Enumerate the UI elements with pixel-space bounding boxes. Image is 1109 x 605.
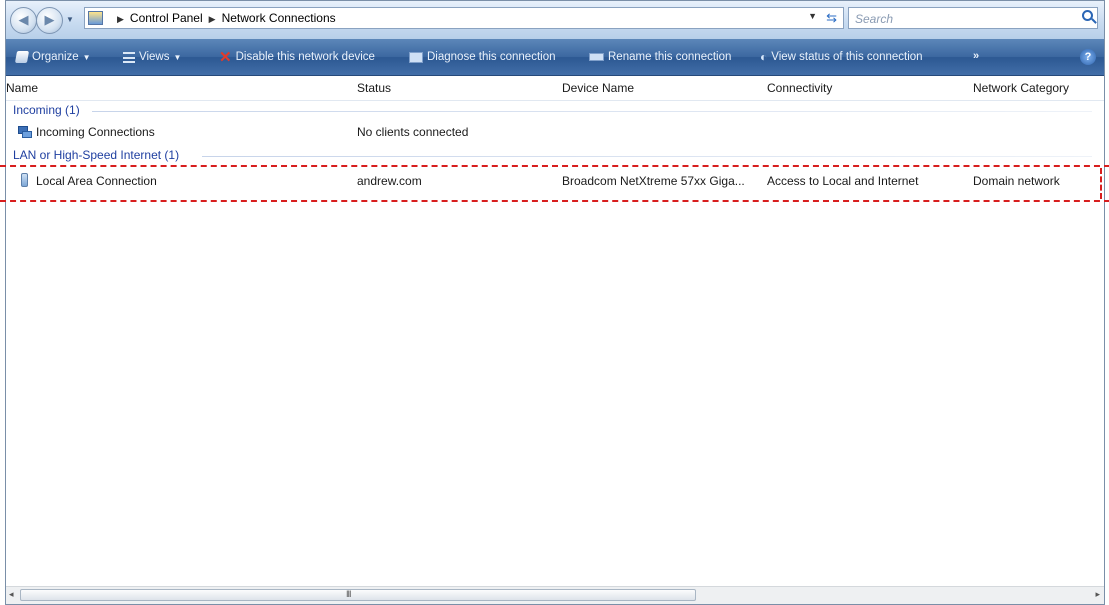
cell-name: Incoming Connections	[36, 125, 155, 139]
explorer-window: ◀ ▶ ▼ ▶ Control Panel ▶ Network Connections…	[5, 0, 1105, 605]
address-bar[interactable]: ▶ Control Panel ▶ Network Connections ▼ ⇆	[84, 7, 844, 29]
rename-button[interactable]: Rename this connection	[589, 49, 731, 65]
view-status-icon: ◐	[760, 50, 768, 64]
disable-label: Disable this network device	[235, 51, 375, 63]
highlight-annotation-left-edge	[0, 168, 5, 199]
organize-label: Organize	[32, 51, 79, 63]
view-status-button[interactable]: ◐ View status of this connection	[760, 49, 923, 65]
rename-icon	[589, 53, 604, 61]
more-commands-button[interactable]: »	[973, 50, 979, 62]
command-bar: Organize ▼ Views ▼ ✕ Disable this network …	[6, 39, 1104, 76]
diagnose-button[interactable]: Diagnose this connection	[409, 49, 556, 65]
views-button[interactable]: Views ▼	[123, 49, 181, 65]
search-input[interactable]	[853, 10, 1067, 28]
organize-icon	[14, 51, 30, 63]
breadcrumb-separator-icon[interactable]: ▶	[209, 14, 216, 24]
disable-device-button[interactable]: ✕ Disable this network device	[219, 49, 375, 66]
views-label: Views	[139, 51, 170, 63]
highlight-annotation	[0, 165, 1109, 202]
back-button[interactable]: ◀	[10, 7, 37, 34]
group-divider	[92, 111, 1092, 112]
cell-status: No clients connected	[357, 125, 469, 139]
breadcrumb-network-connections[interactable]: Network Connections	[222, 11, 336, 25]
list-item-incoming-connections[interactable]: Incoming Connections No clients connecte…	[6, 122, 1104, 142]
scroll-left-icon[interactable]: ◂	[9, 589, 14, 600]
group-divider	[202, 156, 1092, 157]
highlight-annotation-right-edge	[1094, 168, 1102, 199]
chevron-down-icon: ▼	[173, 52, 182, 62]
back-arrow-icon: ◀	[18, 12, 29, 27]
search-box[interactable]	[848, 7, 1098, 29]
forward-button[interactable]: ▶	[36, 7, 63, 34]
incoming-connections-icon	[18, 126, 32, 138]
help-icon[interactable]: ?	[1080, 49, 1096, 65]
column-header-connectivity[interactable]: Connectivity	[767, 81, 832, 95]
column-headers: Name Status Device Name Connectivity Net…	[6, 76, 1104, 101]
diagnose-icon	[409, 51, 423, 63]
address-bar-area: ◀ ▶ ▼ ▶ Control Panel ▶ Network Connections…	[6, 1, 1104, 40]
diagnose-label: Diagnose this connection	[427, 51, 556, 63]
search-icon[interactable]	[1082, 10, 1093, 21]
scroll-right-icon[interactable]: ▸	[1095, 589, 1100, 600]
column-header-network-category[interactable]: Network Category	[973, 81, 1069, 95]
group-header-lan[interactable]: LAN or High-Speed Internet (1)	[13, 148, 179, 162]
column-header-device-name[interactable]: Device Name	[562, 81, 634, 95]
group-header-incoming[interactable]: Incoming (1)	[13, 103, 80, 117]
views-icon	[123, 51, 135, 63]
control-panel-icon	[88, 11, 103, 25]
view-status-label: View status of this connection	[771, 51, 923, 63]
disable-x-icon: ✕	[219, 49, 232, 66]
breadcrumb-separator-icon[interactable]: ▶	[117, 14, 124, 24]
column-header-status[interactable]: Status	[357, 81, 391, 95]
breadcrumb: ▶ Control Panel ▶ Network Connections	[111, 11, 336, 25]
grip-icon: III	[346, 589, 351, 599]
refresh-icon[interactable]: ⇆	[826, 10, 837, 26]
chevron-down-icon: ▼	[82, 52, 91, 62]
forward-arrow-icon: ▶	[44, 12, 55, 27]
horizontal-scrollbar[interactable]: ◂ III ▸	[6, 586, 1104, 604]
breadcrumb-control-panel[interactable]: Control Panel	[130, 11, 203, 25]
organize-button[interactable]: Organize ▼	[14, 49, 91, 65]
column-header-name[interactable]: Name	[6, 81, 38, 95]
address-dropdown-icon[interactable]: ▼	[808, 11, 817, 21]
history-dropdown-icon[interactable]: ▼	[66, 15, 74, 24]
rename-label: Rename this connection	[608, 51, 732, 63]
scrollbar-thumb[interactable]: III	[20, 589, 696, 601]
